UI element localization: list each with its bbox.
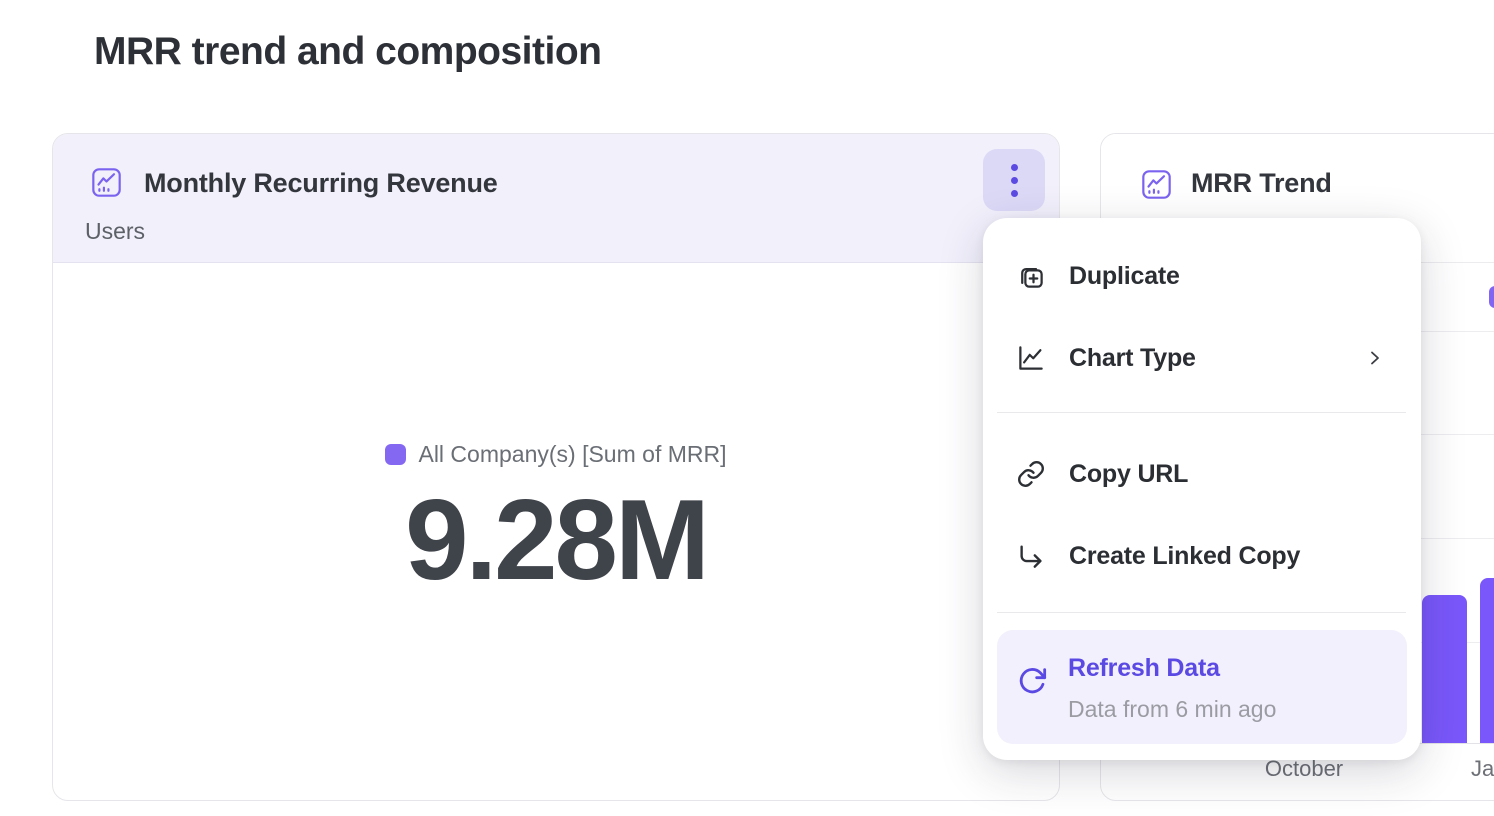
chart-icon [91,167,122,198]
refresh-data-sublabel: Data from 6 min ago [1068,696,1276,723]
card-options-menu: Duplicate Chart Type Copy URL [983,218,1421,760]
chart-type-icon [1016,343,1046,373]
bar[interactable] [1480,578,1494,743]
menu-divider [997,412,1406,413]
mrr-card-title: Monthly Recurring Revenue [144,168,498,199]
chevron-right-icon [1367,350,1383,366]
trend-card-title: MRR Trend [1191,168,1332,199]
menu-item-label: Duplicate [1069,262,1180,291]
menu-divider [997,612,1406,613]
kebab-dot [1011,190,1018,197]
menu-item-refresh-data[interactable]: Refresh Data Data from 6 min ago [997,630,1407,744]
menu-item-copy-url[interactable]: Copy URL [983,433,1421,515]
menu-item-duplicate[interactable]: Duplicate [983,235,1421,317]
page-title: MRR trend and composition [94,30,602,74]
legend-swatch [385,444,406,465]
refresh-data-label: Refresh Data [1068,654,1220,683]
menu-item-create-linked-copy[interactable]: Create Linked Copy [983,515,1421,597]
x-axis-label: Ja [1471,756,1494,782]
mrr-card: Monthly Recurring Revenue Users All Comp… [52,133,1060,801]
mrr-card-subtitle: Users [85,218,145,245]
mrr-legend: All Company(s) [Sum of MRR] [53,441,1059,468]
mrr-value: 9.28M [53,481,1059,601]
menu-item-chart-type[interactable]: Chart Type [983,317,1421,399]
trend-legend-swatch [1489,286,1494,308]
refresh-icon [1016,665,1048,697]
legend-label: All Company(s) [Sum of MRR] [418,441,726,468]
mrr-card-header: Monthly Recurring Revenue Users [53,134,1059,263]
bar[interactable] [1422,595,1467,743]
chart-icon [1141,169,1172,200]
menu-item-label: Create Linked Copy [1069,542,1300,571]
dashboard-page: { "page": { "title": "MRR trend and comp… [0,0,1494,816]
duplicate-icon [1016,261,1046,291]
menu-item-label: Copy URL [1069,460,1188,489]
corner-arrow-icon [1016,541,1046,571]
card-options-button[interactable] [983,149,1045,211]
menu-item-label: Chart Type [1069,344,1196,373]
kebab-dot [1011,177,1018,184]
link-icon [1016,459,1046,489]
kebab-dot [1011,164,1018,171]
